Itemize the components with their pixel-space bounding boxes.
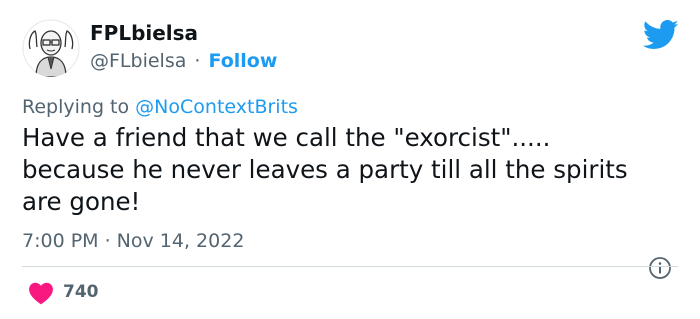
follow-button[interactable]: Follow [209, 50, 278, 72]
reply-mention-link[interactable]: @NoContextBrits [135, 96, 298, 118]
replying-to: Replying to @NoContextBrits [22, 96, 298, 118]
handle-separator: · [194, 50, 201, 72]
tweet-text-line: Have a friend that we call the "exorcist… [22, 123, 551, 152]
divider [22, 266, 678, 267]
like-count: 740 [63, 282, 99, 302]
heart-icon[interactable] [28, 281, 54, 305]
avatar[interactable] [22, 19, 80, 77]
info-icon[interactable] [648, 256, 672, 280]
tweet-text: Have a friend that we call the "exorcist… [22, 122, 682, 218]
tweet-text-line: because he never leaves a party till all… [22, 155, 628, 184]
tweet-timestamp[interactable]: 7:00 PM · Nov 14, 2022 [22, 230, 244, 252]
author-handle-line: @FLbielsa · Follow [90, 50, 277, 72]
tweet-text-line: are gone! [22, 187, 141, 216]
twitter-bird-icon[interactable] [642, 20, 679, 50]
author-handle[interactable]: @FLbielsa [90, 50, 186, 72]
tweet-card: FPLbielsa @FLbielsa · Follow Replying to… [0, 0, 700, 319]
avatar-sketch-image [22, 19, 80, 77]
replying-prefix: Replying to [22, 96, 130, 118]
author-display-name[interactable]: FPLbielsa [90, 21, 198, 45]
